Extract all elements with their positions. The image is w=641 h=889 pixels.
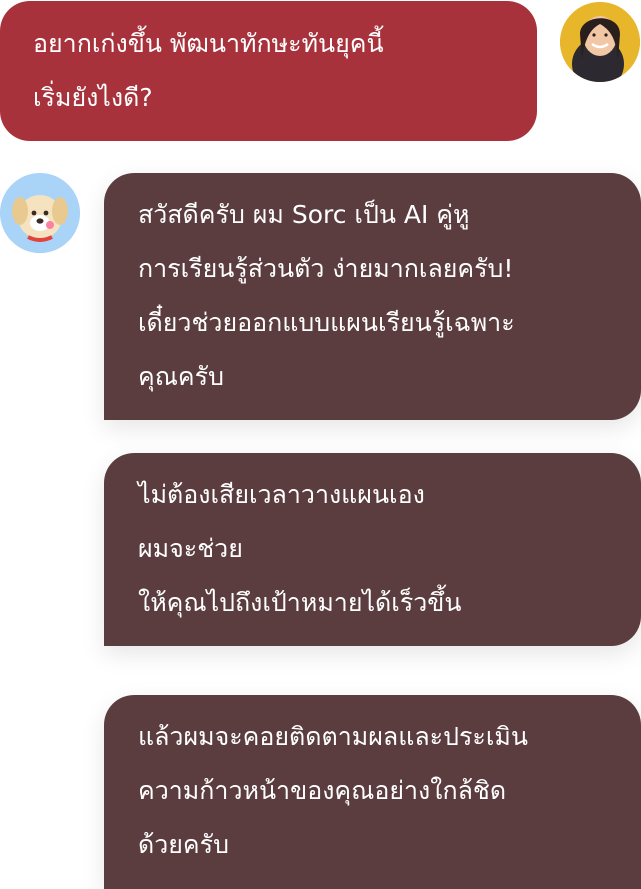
bot-avatar <box>0 173 80 253</box>
user-message-bubble: อยากเก่งขึ้น พัฒนาทักษะทันยุคนี้ เริ่มยั… <box>0 1 537 141</box>
bot-message-bubble: แล้วผมจะคอยติดตามผลและประเมิน ความก้าวหน… <box>104 695 641 889</box>
user-avatar-photo <box>560 2 640 82</box>
bot-message-bubble: ไม่ต้องเสียเวลาวางแผนเอง ผมจะช่วย ให้คุณ… <box>104 453 641 646</box>
user-avatar <box>560 2 640 82</box>
bot-message-bubble: สวัสดีครับ ผม Sorc เป็น AI คู่หู การเรีย… <box>104 173 641 420</box>
dog-mascot-icon <box>0 173 80 253</box>
